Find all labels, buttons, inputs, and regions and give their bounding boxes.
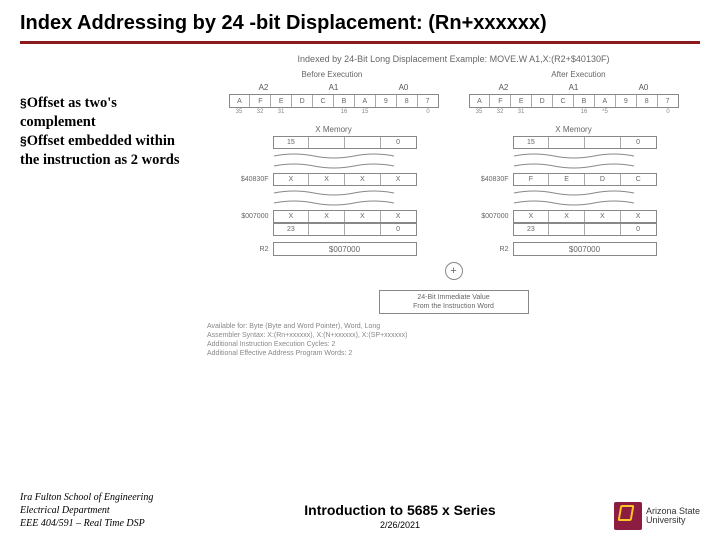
after-column: A2A1A0 AFEDCBA987 35323116*50 X Memory 1… [469,83,679,256]
before-label: Before Execution [301,70,362,79]
footer-affiliation: Ira Fulton School of Engineering Electri… [20,491,220,530]
adder-icon: + [445,262,463,280]
diagram-area: Indexed by 24-Bit Long Displacement Exam… [207,54,700,358]
r2-after: $007000 [513,242,657,256]
slide-title: Index Addressing by 24 -bit Displacement… [20,12,700,35]
register-a-before: AFEDCBA987 [229,94,439,108]
bullet-list: §Offset as two's complement §Offset embe… [20,54,195,358]
after-label: After Execution [551,70,605,79]
availability-text: Available for: Byte (Byte and Word Point… [207,322,700,358]
register-a-after: AFEDCBA987 [469,94,679,108]
slide-footer: Ira Fulton School of Engineering Electri… [0,491,720,530]
title-divider [20,41,700,44]
r2-before: $007000 [273,242,417,256]
bullet-2: §Offset embedded within the instruction … [20,132,195,170]
before-column: A2A1A0 AFEDCBA987 35323116150 X Memory 1… [229,83,439,256]
diagram-caption: Indexed by 24-Bit Long Displacement Exam… [207,54,700,64]
asu-shield-icon [614,502,642,530]
immediate-box: 24-Bit Immediate Value From the Instruct… [379,290,529,314]
footer-title: Introduction to 5685 x Series [220,502,580,518]
asu-logo: Arizona State University [580,502,700,530]
footer-date: 2/26/2021 [220,520,580,530]
bullet-1: §Offset as two's complement [20,94,195,132]
